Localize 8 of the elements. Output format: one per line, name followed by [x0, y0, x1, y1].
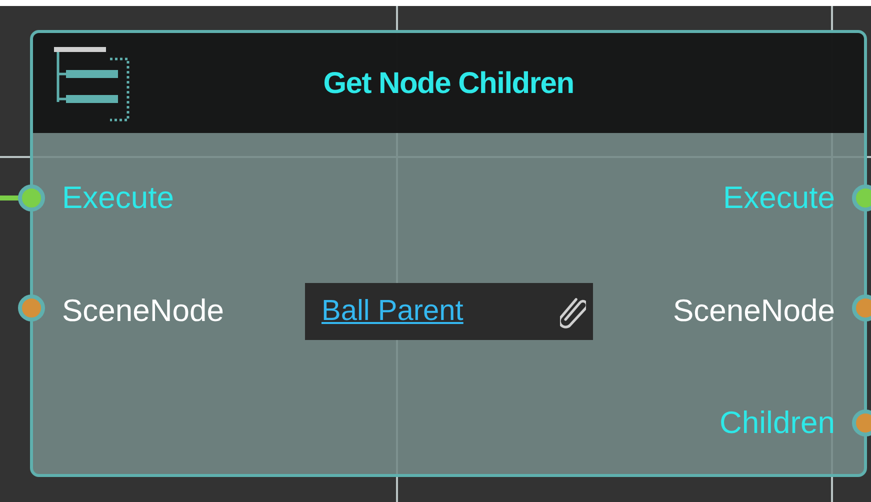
input-label: Execute — [62, 178, 174, 217]
value-field[interactable]: Ball Parent — [304, 283, 592, 340]
input-label: SceneNode — [62, 292, 224, 330]
node-title: Get Node Children — [323, 66, 574, 102]
scene-node-link[interactable]: Ball Parent — [322, 290, 464, 334]
output-label: Children — [720, 404, 835, 442]
output-label: Execute — [722, 178, 835, 217]
output-label: SceneNode — [672, 292, 835, 330]
